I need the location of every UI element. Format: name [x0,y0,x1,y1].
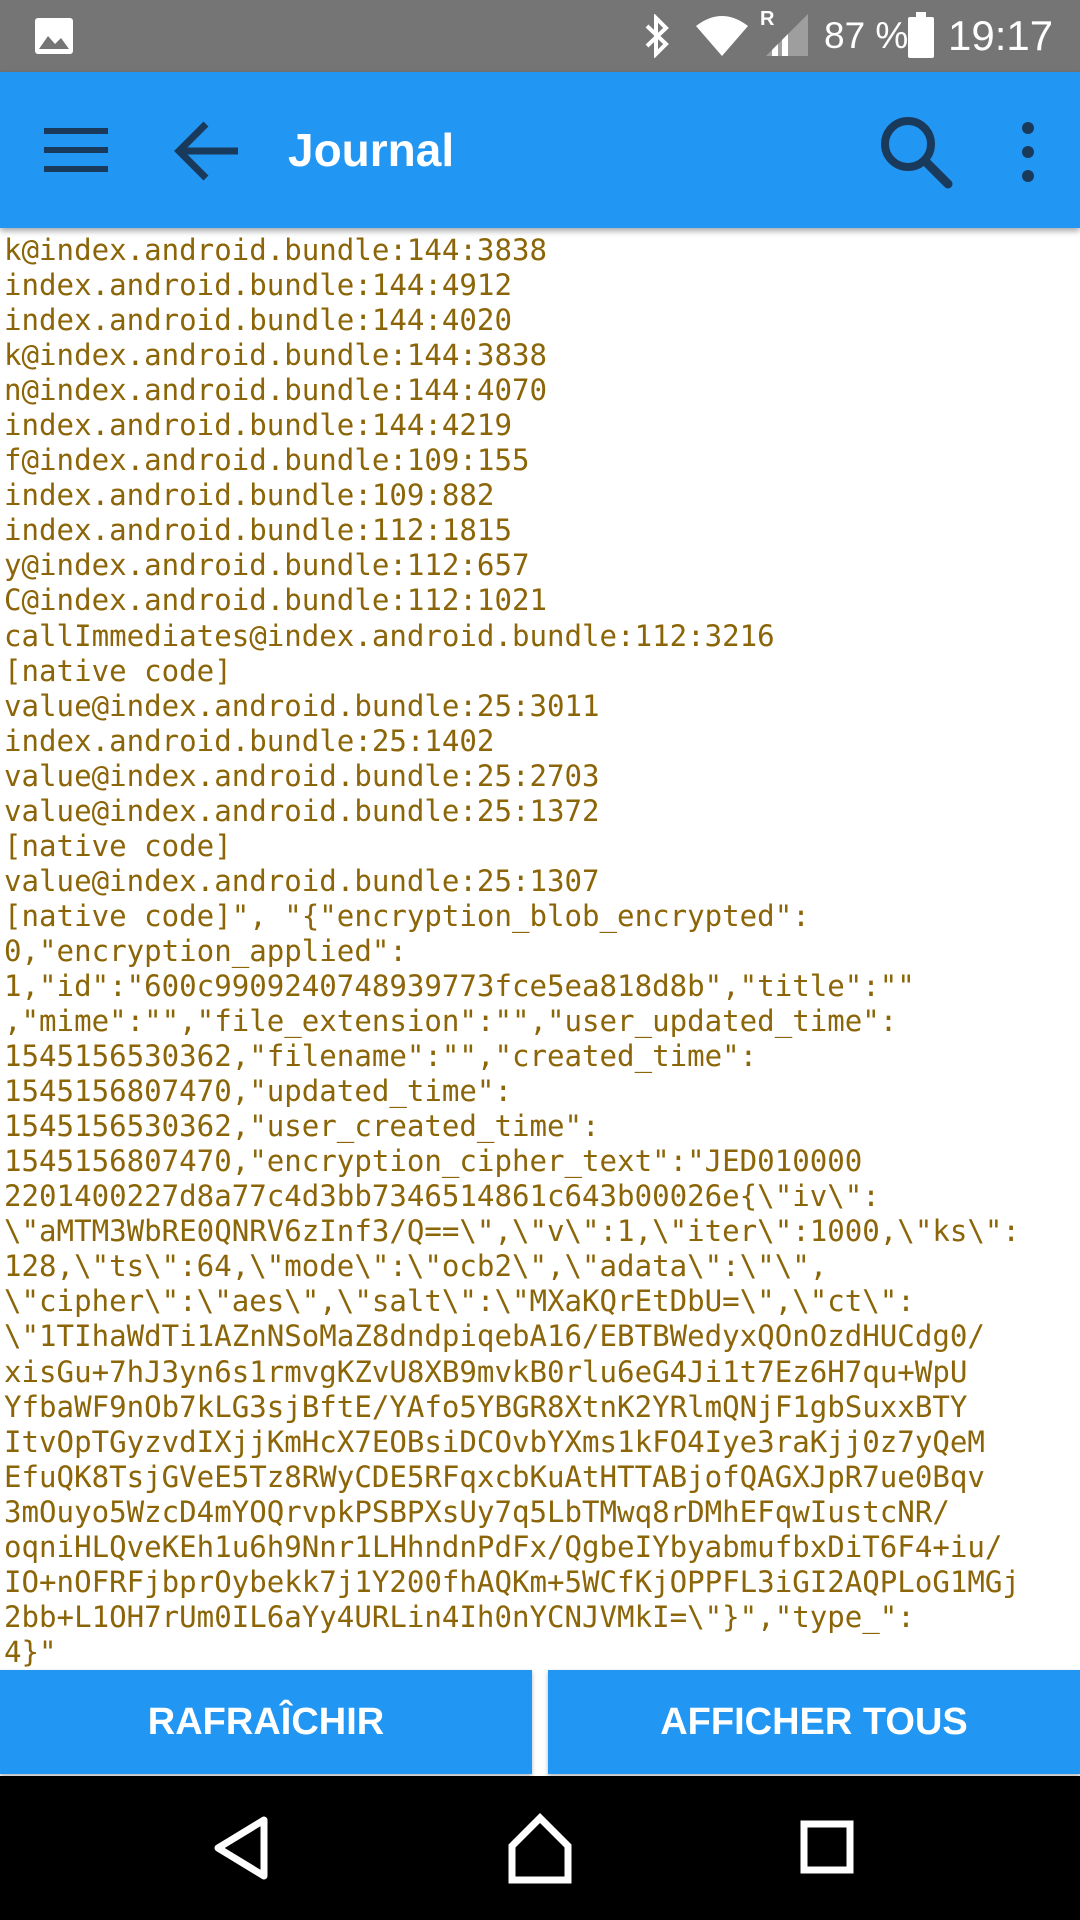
log-line: [native code] [4,653,232,688]
log-line: value@index.android.bundle:25:3011 [4,688,600,723]
log-line: 1545156807470,"encryption_cipher_text":"… [4,1144,863,1179]
app-bar: Journal [0,72,1080,228]
nav-home-button[interactable] [498,1806,582,1890]
log-line: EfuQK8TsjGVeE5Tz8RWyCDE5RFqxcbKuAtHTTABj… [4,1459,985,1494]
more-options-button[interactable] [1010,118,1046,188]
gallery-notification-icon [35,18,73,54]
show-all-button-label: AFFICHER TOUS [660,1700,968,1743]
log-line: ItvOpTGyzvdIXjjKmHcX7EOBsiDCOvbYXms1kFO4… [4,1424,985,1459]
log-text: k@index.android.bundle:144:3838 index.and… [0,228,1080,1670]
arrow-left-icon [174,121,238,181]
log-line: 1,"id":"600c9909240748939773fce5ea818d8b… [4,968,915,1003]
log-line: IO+nOFRFjbprOybekk7j1Y200fhAQKm+5WCfKjOP… [4,1564,1020,1599]
triangle-back-icon [214,1816,268,1880]
log-line: 0,"encryption_applied": [4,933,407,968]
log-line: [native code]", "{"encryption_blob_encry… [4,898,810,933]
log-line: 1545156530362,"user_created_time": [4,1109,600,1144]
log-line: y@index.android.bundle:112:657 [4,548,530,583]
clock: 19:17 [948,12,1054,59]
log-line: \"aMTM3WbRE0QNRV6zInf3/Q==\",\"v\":1,\"i… [4,1214,1020,1249]
log-line: index.android.bundle:25:1402 [4,723,495,758]
log-line: 128,\"ts\":64,\"mode\":\"ocb2\",\"adata\… [4,1249,828,1284]
log-line: 4}" [4,1634,57,1669]
log-line: value@index.android.bundle:25:1307 [4,863,600,898]
log-line: 1545156807470,"updated_time": [4,1074,512,1109]
refresh-button[interactable]: RAFRAÎCHIR [0,1670,532,1774]
log-line: 1545156530362,"filename":"","created_tim… [4,1039,758,1074]
log-line: f@index.android.bundle:109:155 [4,443,530,478]
nav-recents-button[interactable] [786,1806,870,1890]
log-line: YfbaWF9nOb7kLG3sjBftE/YAfo5YBGR8XtnK2YRl… [4,1389,968,1424]
log-line: index.android.bundle:144:4219 [4,408,512,443]
hamburger-menu-icon [44,128,108,172]
wifi-icon [696,16,748,56]
log-line: index.android.bundle:144:4020 [4,303,512,338]
log-line: 3mOuyo5WzcD4mYOQrvpkPSBPXsUy7q5LbTMwq8rD… [4,1494,950,1529]
battery-icon [908,12,934,58]
navigation-bar [0,1776,1080,1920]
search-button[interactable] [876,112,956,192]
log-line: value@index.android.bundle:25:1372 [4,793,600,828]
battery-percentage: 87 % [824,15,909,56]
log-scroll-area[interactable]: k@index.android.bundle:144:3838 index.and… [0,228,1080,1670]
show-all-button[interactable]: AFFICHER TOUS [548,1670,1080,1774]
menu-button[interactable] [40,122,112,178]
log-line: 2201400227d8a77c4d3bb7346514861c643b0002… [4,1179,880,1214]
home-icon [508,1813,572,1884]
log-line: \"cipher\":\"aes\",\"salt\":\"MXaKQrEtDb… [4,1284,915,1319]
log-line: index.android.bundle:109:882 [4,478,495,513]
log-line: 2bb+L1OH7rUm0IL6aYy4URLin4Ih0nYCNJVMkI=\… [4,1599,915,1634]
log-line: index.android.bundle:112:1815 [4,513,512,548]
log-line: index.android.bundle:144:4912 [4,268,512,303]
log-line: callImmediates@index.android.bundle:112:… [4,618,775,653]
back-button[interactable] [172,116,244,186]
more-vertical-icon [1022,122,1034,182]
square-recents-icon [800,1820,854,1874]
log-line: xisGu+7hJ3yn6s1rmvgKZvU8XB9mvkB0rlu6eG4J… [4,1354,968,1389]
log-line: C@index.android.bundle:112:1021 [4,583,547,618]
log-line: k@index.android.bundle:144:3838 [4,338,547,373]
log-line: k@index.android.bundle:144:3838 [4,233,547,267]
log-line: [native code] [4,828,232,863]
log-line: ,"mime":"","file_extension":"","user_upd… [4,1004,898,1039]
nav-back-button[interactable] [200,1806,284,1890]
refresh-button-label: RAFRAÎCHIR [147,1700,385,1743]
page-title: Journal [288,124,455,176]
log-line: oqniHLQveKEh1u6h9Nnr1LHhndnPdFx/QgbeIYby… [4,1529,1003,1564]
status-bar: R 87 % 19:17 [0,0,1080,72]
log-line: \"1TIhaWdTi1AZnNSoMaZ8dndpiqebA16/EBTBWe… [4,1319,985,1354]
search-icon [881,117,953,189]
log-line: value@index.android.bundle:25:2703 [4,758,600,793]
cell-signal-icon [766,14,808,56]
log-line: n@index.android.bundle:144:4070 [4,373,547,408]
bluetooth-icon [645,14,669,58]
